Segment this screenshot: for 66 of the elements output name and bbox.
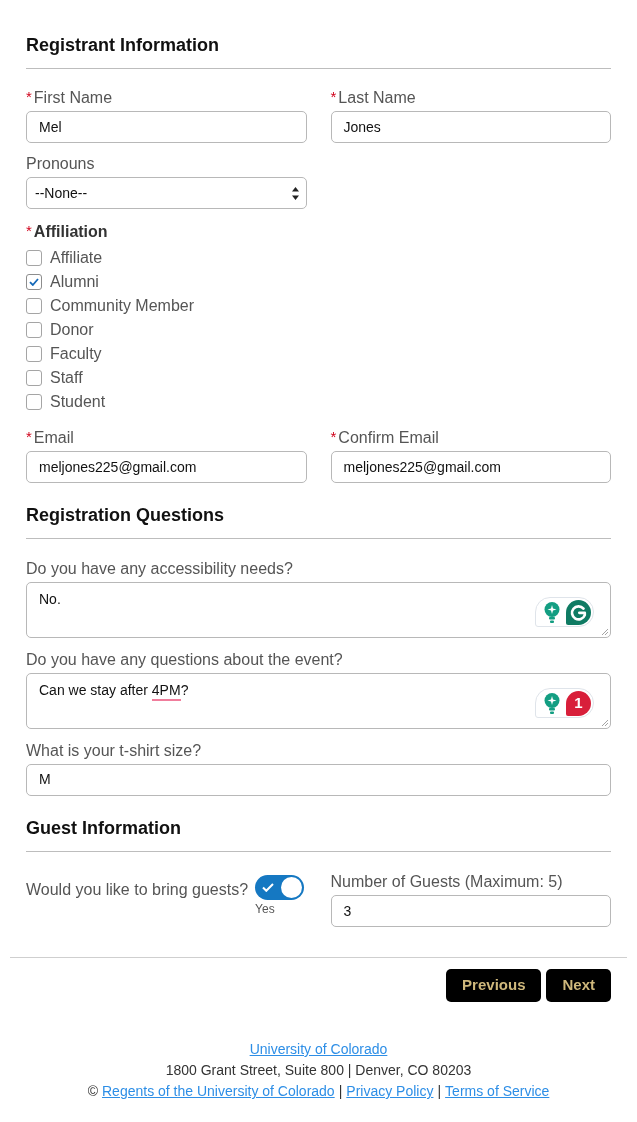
field-label: Do you have any questions about the event?: [26, 650, 343, 670]
first-name-input[interactable]: Mel: [26, 111, 307, 143]
required-asterisk: *: [26, 429, 32, 444]
alert-count-badge[interactable]: 1: [566, 690, 591, 716]
email-input[interactable]: meljones225@gmail.com: [26, 451, 307, 483]
answer-input[interactable]: M: [26, 764, 611, 796]
answer-textarea[interactable]: No.: [26, 582, 611, 638]
previous-button[interactable]: Previous: [446, 969, 542, 1002]
checkbox[interactable]: [26, 370, 42, 386]
footer-link[interactable]: Privacy Policy: [346, 1081, 434, 1102]
checkbox[interactable]: [26, 346, 42, 362]
select-arrows-icon: [291, 186, 299, 200]
footer-link[interactable]: Terms of Service: [445, 1081, 550, 1102]
checkbox-label: Student: [50, 392, 106, 412]
address-text: 1800 Grant Street, Suite 800 | Denver, CO 80203: [165, 1061, 472, 1080]
resize-handle-icon[interactable]: [601, 628, 608, 635]
section-heading: Registrant Information: [26, 34, 219, 57]
section-heading: Registration Questions: [26, 504, 225, 527]
toggle-thumb: [281, 877, 303, 898]
checkbox-label: Community Member: [50, 296, 195, 316]
checkbox-label: Affiliate: [50, 248, 103, 268]
checkbox-label: Faculty: [50, 344, 102, 364]
university-link[interactable]: University of Colorado: [249, 1039, 388, 1060]
guest-count-input[interactable]: 3: [330, 895, 611, 927]
separator: |: [437, 1082, 442, 1101]
field-label: Do you have any accessibility needs?: [26, 559, 293, 579]
section-heading: Guest Information: [26, 817, 181, 840]
footer-link[interactable]: Regents of the University of Colorado: [102, 1081, 335, 1102]
checkbox[interactable]: [26, 250, 42, 266]
resize-handle-icon[interactable]: [601, 719, 608, 726]
field-label: First Name: [33, 88, 113, 108]
field-label: Confirm Email: [338, 428, 439, 448]
separator: |: [338, 1082, 343, 1101]
checkbox-label: Alumni: [50, 272, 99, 292]
lightbulb-icon: [544, 601, 560, 623]
next-button[interactable]: Next: [546, 969, 611, 1002]
writing-assistant-widget[interactable]: [535, 597, 594, 627]
checkbox-label: Donor: [50, 320, 94, 340]
checkbox[interactable]: [26, 322, 42, 338]
field-label: Affiliation: [33, 222, 108, 242]
field-label: Email: [33, 428, 74, 448]
last-name-input[interactable]: Jones: [330, 111, 611, 143]
required-asterisk: *: [330, 89, 337, 104]
field-label: What is your t-shirt size?: [26, 741, 202, 761]
field-label: Number of Guests (Maximum: 5): [330, 872, 563, 892]
checkmark-icon: [262, 883, 275, 892]
lightbulb-icon: [544, 692, 560, 714]
checkbox[interactable]: [26, 274, 42, 290]
checkbox[interactable]: [26, 298, 42, 314]
required-asterisk: *: [26, 223, 32, 238]
field-label: Would you like to bring guests?: [26, 880, 249, 900]
answer-textarea[interactable]: Can we stay after 4PM? 1: [26, 673, 611, 729]
required-asterisk: *: [330, 429, 337, 444]
pronouns-select[interactable]: --None--: [26, 177, 307, 209]
checkbox-label: Staff: [50, 368, 83, 388]
writing-assistant-widget[interactable]: 1: [535, 688, 594, 718]
toggle-state-label: Yes: [255, 901, 275, 917]
required-asterisk: *: [26, 89, 32, 104]
confirm-email-input[interactable]: meljones225@gmail.com: [330, 451, 611, 483]
g-logo-icon[interactable]: [566, 599, 591, 625]
toggle-switch[interactable]: [255, 875, 305, 900]
field-label: Last Name: [338, 88, 416, 108]
checkmark-icon: [29, 278, 39, 286]
checkbox[interactable]: [26, 394, 42, 410]
copyright-symbol: ©: [87, 1082, 98, 1101]
field-label: Pronouns: [26, 154, 95, 174]
